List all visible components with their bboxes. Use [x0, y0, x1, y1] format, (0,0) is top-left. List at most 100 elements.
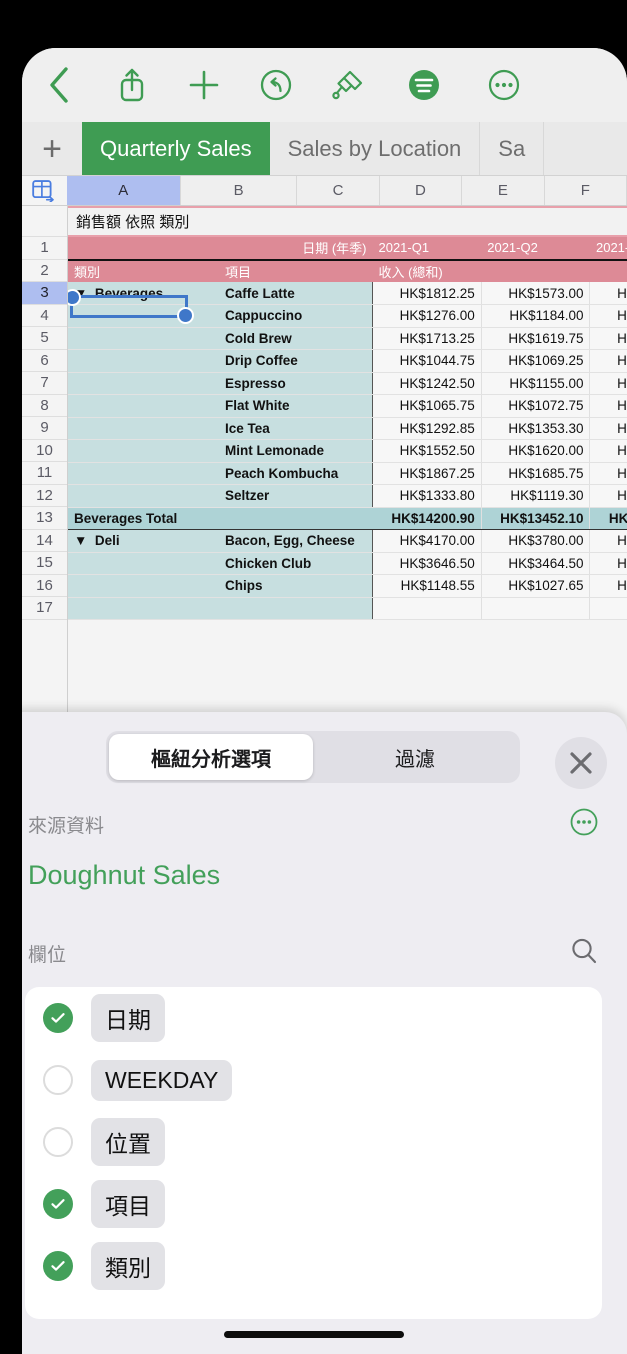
tab-filter[interactable]: 過濾 [313, 734, 517, 780]
source-data-label: 來源資料 [28, 815, 105, 837]
list-item[interactable]: 項目 [25, 1173, 602, 1235]
column-header-e[interactable]: E [462, 176, 545, 205]
row-number-4[interactable]: 4 [22, 304, 67, 327]
back-button[interactable] [22, 55, 96, 115]
table-row[interactable]: Mint Lemonade HK$1552.50 HK$1620.00 HK$1… [68, 439, 627, 463]
row-number-2[interactable]: 2 [22, 259, 67, 282]
table-row[interactable]: Cold Brew HK$1713.25 HK$1619.75 HK$2087.… [68, 327, 627, 350]
format-button[interactable] [384, 55, 464, 115]
list-item[interactable]: WEEKDAY [25, 1049, 602, 1111]
table-row[interactable]: Chips HK$1148.55 HK$1027.65 HK$1343.55 H… [68, 574, 627, 598]
header-blank-a [68, 237, 219, 260]
source-table-name[interactable]: Doughnut Sales [22, 860, 627, 891]
column-header-f[interactable]: F [544, 176, 627, 205]
column-header-a[interactable]: A [66, 176, 181, 205]
field-label[interactable]: 日期 [91, 994, 165, 1042]
total-value: HK$14200.90 [372, 506, 482, 530]
row-number-11[interactable]: 11 [22, 462, 67, 485]
list-item[interactable]: 日期 [25, 987, 602, 1049]
table-row-total[interactable]: Beverages Total HK$14200.90 HK$13452.10 … [68, 506, 627, 530]
table-row[interactable]: Drip Coffee HK$1044.75 HK$1069.25 HK$127… [68, 349, 627, 373]
app-toolbar [22, 48, 627, 122]
group-category-deli[interactable]: ▼ Deli [68, 529, 219, 553]
checkbox-checked-icon[interactable] [43, 1251, 73, 1281]
row-number-5[interactable]: 5 [22, 327, 67, 350]
row-value: HK$1865.00 [589, 439, 627, 463]
table-row[interactable]: Cappuccino HK$1276.00 HK$1184.00 HK$1680… [68, 304, 627, 328]
group-category-beverages[interactable]: ▼ Beverages [68, 282, 219, 305]
pivot-table: 日期 (年季) 2021-Q1 2021-Q2 2021-Q3 2021-Q4 … [68, 237, 627, 620]
format-brush-button[interactable] [312, 55, 384, 115]
column-header-d[interactable]: D [379, 176, 463, 205]
column-header-c[interactable]: C [297, 176, 380, 205]
list-item[interactable]: 位置 [25, 1111, 602, 1173]
table-row[interactable]: Chicken Club HK$3646.50 HK$3464.50 HK$42… [68, 552, 627, 575]
field-label[interactable]: 項目 [91, 1180, 165, 1228]
row-number-8[interactable]: 8 [22, 394, 67, 417]
add-sheet-button[interactable]: + [22, 122, 82, 175]
format-icon [409, 70, 439, 100]
source-more-button[interactable] [569, 807, 599, 842]
checkbox-checked-icon[interactable] [43, 1189, 73, 1219]
row-value: HK$1027.65 [481, 574, 591, 598]
insert-button[interactable] [168, 55, 240, 115]
tab-pivot-options[interactable]: 樞紐分析選項 [109, 734, 313, 780]
row-value-partial [589, 597, 627, 620]
share-button[interactable] [96, 55, 168, 115]
row-number-13[interactable]: 13 [22, 507, 67, 530]
list-item[interactable]: 類別 [25, 1235, 602, 1297]
table-row[interactable]: Peach Kombucha HK$1867.25 HK$1685.75 HK$… [68, 462, 627, 485]
row-number-1[interactable]: 1 [22, 237, 67, 260]
undo-button[interactable] [240, 55, 312, 115]
column-header-b[interactable]: B [180, 176, 298, 205]
spreadsheet-grid: 1 2 3 4 5 6 7 8 9 10 11 12 13 14 15 16 1… [22, 206, 627, 766]
row-number-3[interactable]: 3 [22, 282, 67, 305]
row-value: HK$1292.85 [372, 417, 482, 440]
row-value: HK$3780.00 [481, 529, 591, 553]
checkbox-unchecked-icon[interactable] [43, 1127, 73, 1157]
checkbox-unchecked-icon[interactable] [43, 1065, 73, 1095]
row-number-17[interactable]: 17 [22, 597, 67, 620]
close-panel-button[interactable] [555, 737, 607, 789]
search-fields-button[interactable] [569, 936, 599, 971]
row-number-9[interactable]: 9 [22, 417, 67, 440]
row-number-cell[interactable] [22, 206, 67, 237]
checkbox-checked-icon[interactable] [43, 1003, 73, 1033]
row-number-7[interactable]: 7 [22, 372, 67, 395]
table-row[interactable]: Espresso HK$1242.50 HK$1155.00 HK$1251.2… [68, 372, 627, 395]
sheet-tab-third[interactable]: Sa [480, 122, 545, 175]
row-number-16[interactable]: 16 [22, 574, 67, 597]
row-value: HK$1713.25 [372, 327, 482, 350]
row-item: Cappuccino [218, 304, 373, 328]
row-value: HK$1343.55 [589, 574, 627, 598]
sheet-tab-quarterly-sales[interactable]: Quarterly Sales [82, 122, 270, 175]
row-number-12[interactable]: 12 [22, 484, 67, 507]
row-item: Seltzer [218, 484, 373, 508]
row-number-15[interactable]: 15 [22, 552, 67, 575]
column-header-bar: A B C D E F [22, 176, 627, 206]
row-number-14[interactable]: 14 [22, 529, 67, 552]
table-row[interactable]: ▼ Deli Bacon, Egg, Cheese HK$4170.00 HK$… [68, 529, 627, 553]
header-measure: 收入 (總和) [372, 258, 482, 282]
table-row[interactable]: Seltzer HK$1333.80 HK$1119.30 HK$1526.85… [68, 484, 627, 508]
table-row[interactable]: Ice Tea HK$1292.85 HK$1353.30 HK$1489.80… [68, 417, 627, 440]
row-number-gutter: 1 2 3 4 5 6 7 8 9 10 11 12 13 14 15 16 1… [22, 206, 68, 766]
field-label[interactable]: WEEKDAY [91, 1059, 233, 1101]
table-row[interactable] [68, 597, 627, 620]
table-row[interactable]: ▼ Beverages Caffe Latte HK$1812.25 HK$15… [68, 282, 627, 305]
sheet-tab-sales-by-location[interactable]: Sales by Location [270, 122, 481, 175]
table-row[interactable]: Flat White HK$1065.75 HK$1072.75 HK$1463… [68, 394, 627, 418]
pivot-header-row-2: 類別 項目 收入 (總和) [68, 258, 627, 282]
field-label[interactable]: 位置 [91, 1118, 165, 1166]
row-number-6[interactable]: 6 [22, 349, 67, 372]
row-number-10[interactable]: 10 [22, 439, 67, 462]
header-date-label: 日期 (年季) [218, 237, 373, 260]
format-brush-icon [332, 70, 363, 100]
field-label[interactable]: 類別 [91, 1242, 165, 1290]
row-value: HK$1353.30 [481, 417, 591, 440]
table-grid-icon [32, 179, 55, 202]
table-select-button[interactable] [22, 176, 67, 205]
row-value: HK$1680.00 [589, 304, 627, 328]
add-icon [189, 70, 219, 100]
more-button[interactable] [464, 55, 544, 115]
